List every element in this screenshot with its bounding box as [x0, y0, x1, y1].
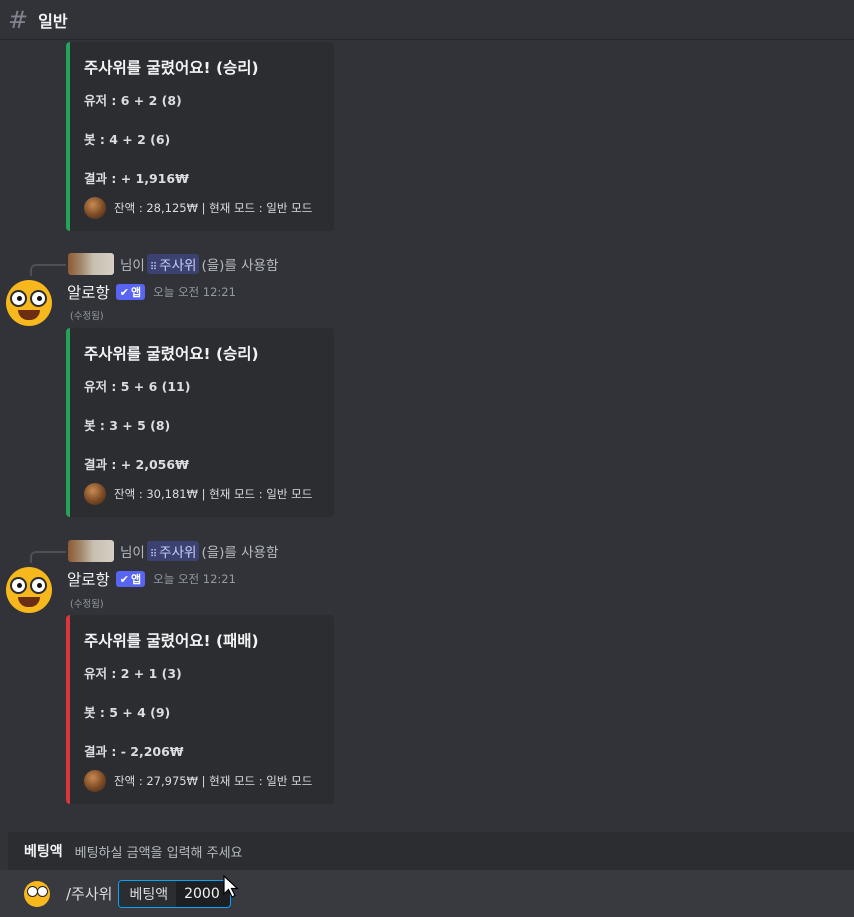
embed-footer: 잔액 : 28,125₩ | 현재 모드 : 일반 모드	[84, 197, 322, 219]
footer-avatar-icon	[84, 770, 106, 792]
channel-name: 일반	[38, 11, 68, 31]
embed-footer: 잔액 : 30,181₩ | 현재 모드 : 일반 모드	[84, 483, 322, 505]
reply-spine	[30, 551, 66, 563]
user-avatar-blurred[interactable]	[68, 253, 114, 275]
dice-embed: 주사위를 굴렸어요! (승리) 유저 : 6 + 2 (8) 봇 : 4 + 2…	[66, 42, 334, 231]
embed-footer-text: 잔액 : 30,181₩ | 현재 모드 : 일반 모드	[114, 487, 313, 501]
embed-field-bot: 봇 : 4 + 2 (6)	[84, 132, 171, 147]
command-reply-line[interactable]: 님이 ⠿ 주사위 (을)를 사용함	[30, 252, 278, 276]
embed-field-bot: 봇 : 3 + 5 (8)	[84, 418, 171, 433]
message-input-bar[interactable]: /주사위 베팅액 2000	[0, 870, 854, 917]
option-label: 베팅액	[119, 880, 177, 907]
command-mention-label: 주사위	[159, 258, 197, 274]
dice-embed: 주사위를 굴렸어요! (승리) 유저 : 5 + 6 (11) 봇 : 3 + …	[66, 328, 334, 517]
command-mention-label: 주사위	[159, 545, 197, 561]
embed-footer: 잔액 : 27,975₩ | 현재 모드 : 일반 모드	[84, 770, 322, 792]
footer-avatar-icon	[84, 197, 106, 219]
check-icon: ✔	[119, 572, 129, 586]
embed-footer-text: 잔액 : 27,975₩ | 현재 모드 : 일반 모드	[114, 774, 313, 788]
command-option-input[interactable]: 베팅액 2000	[118, 879, 231, 908]
app-badge: ✔ 앱	[115, 284, 146, 300]
message-list[interactable]: 주사위를 굴렸어요! (승리) 유저 : 6 + 2 (8) 봇 : 4 + 2…	[0, 40, 854, 832]
mouse-cursor-icon	[223, 875, 240, 898]
embed-field-result: 결과 : + 1,916₩	[84, 171, 189, 186]
command-mention[interactable]: ⠿ 주사위	[146, 254, 200, 274]
embed-field-result: 결과 : - 2,206₩	[84, 744, 184, 759]
slash-command-icon: ⠿	[149, 549, 158, 560]
edited-label: (수정됨)	[70, 599, 104, 610]
bot-avatar[interactable]	[6, 567, 52, 613]
command-option-hint: 베팅액 베팅하실 금액을 입력해 주세요	[8, 832, 854, 870]
channel-header: # 일반	[0, 0, 854, 40]
command-reply-line[interactable]: 님이 ⠿ 주사위 (을)를 사용함	[30, 539, 278, 563]
command-mention[interactable]: ⠿ 주사위	[146, 541, 200, 561]
embed-field-user: 유저 : 2 + 1 (3)	[84, 666, 182, 681]
app-badge: ✔ 앱	[115, 571, 146, 587]
hashtag-icon: #	[8, 5, 29, 34]
slash-command-name[interactable]: /주사위	[66, 883, 112, 904]
option-description: 베팅하실 금액을 입력해 주세요	[74, 845, 243, 861]
reply-suffix: (을)를 사용함	[201, 545, 279, 561]
author-name[interactable]: 알로항	[67, 568, 110, 590]
command-app-avatar	[24, 880, 50, 907]
app-badge-label: 앱	[131, 573, 142, 586]
embed-field-bot: 봇 : 5 + 4 (9)	[84, 705, 171, 720]
embed-field-result: 결과 : + 2,056₩	[84, 457, 189, 472]
message-header: 알로항 ✔ 앱 오늘 오전 12:21	[67, 568, 236, 590]
slash-command-icon: ⠿	[149, 262, 158, 273]
author-name[interactable]: 알로항	[67, 281, 110, 303]
reply-prefix: 님이	[120, 258, 145, 274]
footer-avatar-icon	[84, 483, 106, 505]
dice-embed: 주사위를 굴렸어요! (패배) 유저 : 2 + 1 (3) 봇 : 5 + 4…	[66, 615, 334, 804]
user-avatar-blurred[interactable]	[68, 540, 114, 562]
option-name: 베팅액	[24, 844, 63, 860]
embed-footer-text: 잔액 : 28,125₩ | 현재 모드 : 일반 모드	[114, 201, 313, 215]
message-header: 알로항 ✔ 앱 오늘 오전 12:21	[67, 281, 236, 303]
message-timestamp[interactable]: 오늘 오전 12:21	[153, 284, 236, 300]
bot-avatar[interactable]	[6, 280, 52, 326]
reply-suffix: (을)를 사용함	[201, 258, 279, 274]
edited-label: (수정됨)	[70, 311, 104, 322]
option-value[interactable]: 2000	[176, 886, 230, 902]
reply-prefix: 님이	[120, 545, 145, 561]
reply-spine	[30, 264, 66, 276]
embed-title: 주사위를 굴렸어요! (승리)	[84, 59, 259, 77]
embed-field-user: 유저 : 6 + 2 (8)	[84, 93, 182, 108]
embed-field-user: 유저 : 5 + 6 (11)	[84, 379, 191, 394]
embed-title: 주사위를 굴렸어요! (승리)	[84, 345, 259, 363]
message-timestamp[interactable]: 오늘 오전 12:21	[153, 571, 236, 587]
check-icon: ✔	[119, 285, 129, 299]
embed-title: 주사위를 굴렸어요! (패배)	[84, 632, 259, 650]
app-badge-label: 앱	[131, 286, 142, 299]
